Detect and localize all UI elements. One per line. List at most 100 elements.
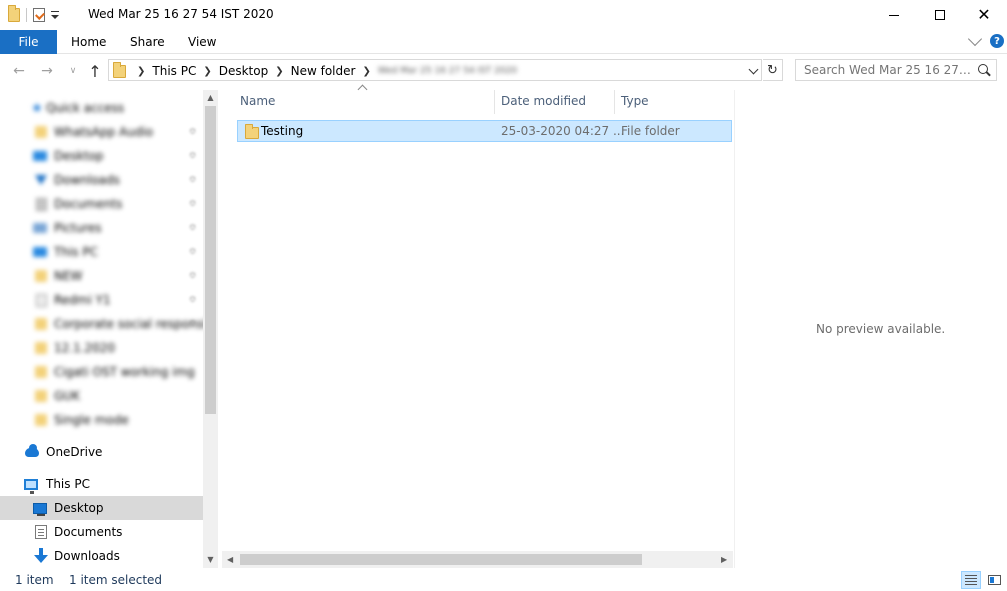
nav-this-pc[interactable]: This PC xyxy=(0,472,203,496)
document-icon xyxy=(34,525,48,539)
preview-pane-divider[interactable] xyxy=(734,90,735,568)
breadcrumb-chevron-icon[interactable]: ❯ xyxy=(203,66,211,77)
nav-quick-item[interactable]: Downloads ⎊ xyxy=(0,168,203,192)
large-icons-view-button[interactable] xyxy=(984,571,1004,589)
pin-icon[interactable]: ⎊ xyxy=(189,319,196,329)
file-date-modified: 25-03-2020 04:27 ... xyxy=(501,124,625,138)
navigation-pane[interactable]: ★ Quick access WhatsApp Audio ⎊ Desktop … xyxy=(0,90,203,568)
scrollbar-thumb[interactable] xyxy=(240,554,642,565)
quick-access-toolbar xyxy=(8,5,59,25)
address-history-chevron-icon[interactable] xyxy=(748,64,759,75)
file-icon xyxy=(34,293,48,307)
nav-onedrive[interactable]: OneDrive xyxy=(0,440,203,464)
help-icon[interactable]: ? xyxy=(990,34,1004,48)
item-count: 1 item xyxy=(15,573,54,587)
nav-quick-item[interactable]: Cigati OST working img xyxy=(0,360,203,384)
tab-home[interactable]: Home xyxy=(71,35,106,49)
scroll-right-arrow-icon[interactable]: ▶ xyxy=(721,555,727,564)
pin-icon[interactable]: ⎊ xyxy=(189,247,196,257)
nav-item-label: Quick access xyxy=(46,101,125,115)
expand-ribbon-chevron-icon[interactable] xyxy=(967,31,983,47)
maximize-button[interactable] xyxy=(917,0,963,30)
breadcrumb-current-folder[interactable]: Wed Mar 25 16 27 54 IST 2020 xyxy=(378,66,517,76)
folder-icon xyxy=(34,365,48,379)
download-icon xyxy=(34,548,48,563)
scroll-down-arrow-icon[interactable]: ▼ xyxy=(206,555,215,564)
refresh-icon[interactable]: ↻ xyxy=(763,59,783,81)
breadcrumb-desktop[interactable]: Desktop xyxy=(219,64,269,78)
folder-icon xyxy=(34,413,48,427)
nav-quick-item[interactable]: Pictures ⎊ xyxy=(0,216,203,240)
search-box[interactable] xyxy=(795,59,997,81)
nav-desktop[interactable]: Desktop xyxy=(0,496,203,520)
scroll-up-arrow-icon[interactable]: ▲ xyxy=(206,93,215,102)
nav-item-label: 12.1.2020 xyxy=(54,341,116,355)
breadcrumb-this-pc[interactable]: This PC xyxy=(152,64,196,78)
pin-icon[interactable]: ⎊ xyxy=(189,127,196,137)
tab-file[interactable]: File xyxy=(0,30,57,54)
search-input[interactable] xyxy=(804,63,972,77)
document-icon xyxy=(34,197,48,211)
address-bar[interactable]: ❯ This PC ❯ Desktop ❯ New folder ❯ Wed M… xyxy=(108,59,762,81)
pin-icon[interactable]: ⎊ xyxy=(189,295,196,305)
recent-locations-chevron-icon[interactable]: ∨ xyxy=(64,62,82,80)
breadcrumb-chevron-icon[interactable]: ❯ xyxy=(362,66,370,77)
column-header-type[interactable]: Type xyxy=(621,88,649,114)
address-row: ← → ∨ ↑ ❯ This PC ❯ Desktop ❯ New folder… xyxy=(0,56,1007,86)
nav-quick-item[interactable]: GUK xyxy=(0,384,203,408)
nav-quick-item[interactable]: Documents ⎊ xyxy=(0,192,203,216)
nav-item-label: Pictures xyxy=(54,221,102,235)
breadcrumb: ❯ This PC ❯ Desktop ❯ New folder ❯ Wed M… xyxy=(113,61,517,79)
details-view-button[interactable] xyxy=(961,571,981,589)
nav-downloads[interactable]: Downloads xyxy=(0,544,203,568)
search-icon[interactable] xyxy=(978,64,988,74)
nav-quick-access[interactable]: ★ Quick access xyxy=(0,96,203,120)
nav-quick-item[interactable]: Corporate social responsibility ⎊ xyxy=(0,312,203,336)
nav-quick-item[interactable]: Desktop ⎊ xyxy=(0,144,203,168)
pin-icon[interactable]: ⎊ xyxy=(189,271,196,281)
forward-arrow-icon[interactable]: → xyxy=(38,62,56,80)
properties-icon[interactable] xyxy=(33,8,45,22)
column-divider[interactable] xyxy=(614,90,615,114)
folder-icon xyxy=(34,125,48,139)
pin-icon[interactable]: ⎊ xyxy=(189,199,196,209)
file-list-horizontal-scrollbar[interactable]: ◀ ▶ xyxy=(222,551,733,568)
tab-share[interactable]: Share xyxy=(130,35,165,49)
column-header-name[interactable]: Name xyxy=(240,88,275,114)
pin-icon[interactable]: ⎊ xyxy=(189,223,196,233)
nav-quick-item[interactable]: Single mode xyxy=(0,408,203,432)
selection-count: 1 item selected xyxy=(69,573,163,587)
onedrive-cloud-icon xyxy=(25,443,39,459)
navigation-pane-scrollbar[interactable]: ▲ ▼ xyxy=(203,90,218,568)
customize-toolbar-icon[interactable] xyxy=(51,11,59,19)
column-divider[interactable] xyxy=(494,90,495,114)
up-arrow-icon[interactable]: ↑ xyxy=(86,62,104,81)
nav-item-label: WhatsApp Audio xyxy=(54,125,154,139)
minimize-button[interactable] xyxy=(871,0,917,30)
folder-icon xyxy=(34,269,48,283)
pin-icon[interactable]: ⎊ xyxy=(189,175,196,185)
nav-quick-item[interactable]: 12.1.2020 xyxy=(0,336,203,360)
nav-quick-item[interactable]: NEW ⎊ xyxy=(0,264,203,288)
breadcrumb-chevron-icon[interactable]: ❯ xyxy=(137,66,145,77)
pin-icon[interactable]: ⎊ xyxy=(189,151,196,161)
tab-view[interactable]: View xyxy=(188,35,216,49)
close-icon: ✕ xyxy=(977,5,991,24)
scrollbar-thumb[interactable] xyxy=(205,106,216,414)
folder-icon xyxy=(245,124,259,139)
breadcrumb-new-folder[interactable]: New folder xyxy=(291,64,356,78)
nav-documents[interactable]: Documents xyxy=(0,520,203,544)
nav-item-label: Single mode xyxy=(54,413,129,427)
nav-item-label: Downloads xyxy=(54,173,120,187)
back-arrow-icon[interactable]: ← xyxy=(10,62,28,80)
sort-ascending-icon xyxy=(357,84,368,95)
close-button[interactable]: ✕ xyxy=(961,0,1007,30)
toolbar-separator xyxy=(26,8,27,22)
nav-quick-item[interactable]: WhatsApp Audio ⎊ xyxy=(0,120,203,144)
nav-quick-item[interactable]: This PC ⎊ xyxy=(0,240,203,264)
nav-quick-item[interactable]: Redmi Y1 ⎊ xyxy=(0,288,203,312)
scroll-left-arrow-icon[interactable]: ◀ xyxy=(227,555,233,564)
breadcrumb-chevron-icon[interactable]: ❯ xyxy=(275,66,283,77)
column-header-date-modified[interactable]: Date modified xyxy=(501,88,586,114)
file-row[interactable]: Testing 25-03-2020 04:27 ... File folder xyxy=(237,120,732,142)
